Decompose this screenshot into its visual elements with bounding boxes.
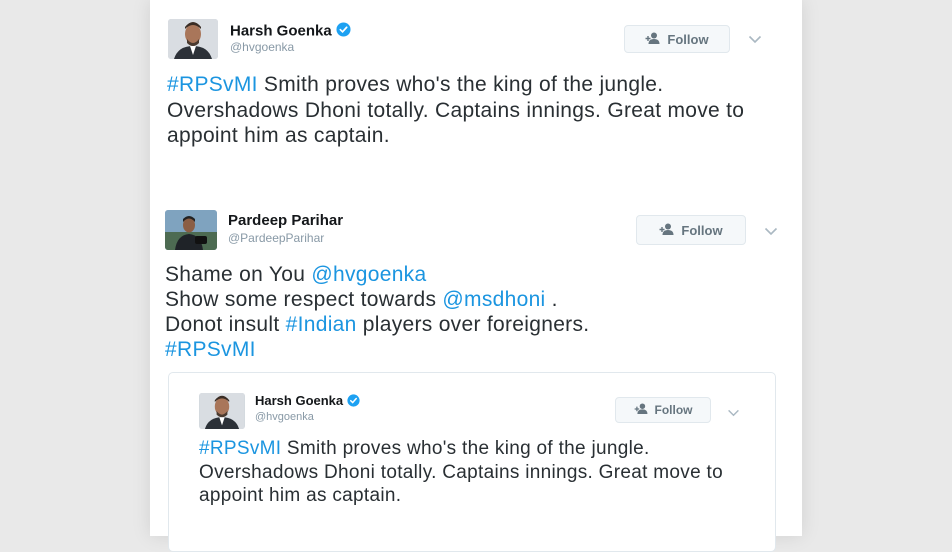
display-name: Harsh Goenka: [255, 393, 360, 410]
avatar-photo-icon: [165, 210, 217, 250]
display-name[interactable]: Pardeep Parihar: [228, 212, 343, 229]
tweet-text: #RPSvMI Smith proves who's the king of t…: [167, 72, 757, 149]
tweet-text-segment: players over foreigners.: [356, 313, 590, 336]
add-person-icon: [659, 223, 675, 238]
hashtag-link[interactable]: #RPSvMI: [167, 73, 258, 96]
tweet-line: #RPSvMI: [165, 337, 775, 362]
username: @hvgoenka: [255, 411, 314, 423]
tweet-text-segment: Shame on You: [165, 263, 312, 286]
verified-badge-icon: [336, 22, 351, 41]
hashtag-link[interactable]: #Indian: [286, 313, 357, 336]
avatar-photo-icon: [168, 19, 218, 59]
tweet-text-segment: Show some respect towards: [165, 288, 443, 311]
chevron-down-icon[interactable]: [748, 31, 762, 49]
avatar: [199, 393, 245, 429]
tweet-text-segment: .: [545, 288, 558, 311]
username[interactable]: @hvgoenka: [230, 40, 294, 54]
tweet-line: Show some respect towards @msdhoni .: [165, 287, 775, 312]
follow-button[interactable]: Follow: [624, 25, 730, 53]
tweet-line: Shame on You @hvgoenka: [165, 262, 775, 287]
quoted-tweet-card[interactable]: Harsh Goenka @hvgoenka Follow #RPSvMI Sm…: [168, 372, 776, 552]
hashtag-link[interactable]: #RPSvMI: [165, 338, 256, 361]
follow-button[interactable]: Follow: [636, 215, 746, 245]
hashtag-link[interactable]: #RPSvMI: [199, 438, 281, 459]
tweet-line: Donot insult #Indian players over foreig…: [165, 312, 775, 337]
verified-badge-icon: [347, 393, 360, 410]
add-person-icon: [645, 32, 661, 47]
mention-link[interactable]: @hvgoenka: [311, 263, 426, 286]
avatar[interactable]: [168, 19, 218, 59]
avatar-photo-icon: [199, 393, 245, 429]
display-name[interactable]: Harsh Goenka: [230, 22, 351, 41]
add-person-icon: [634, 403, 649, 417]
avatar[interactable]: [165, 210, 217, 250]
mention-link[interactable]: @msdhoni: [442, 288, 545, 311]
chevron-down-icon[interactable]: [727, 404, 740, 422]
chevron-down-icon[interactable]: [764, 223, 778, 241]
follow-button[interactable]: Follow: [615, 397, 711, 423]
tweet-text: #RPSvMI Smith proves who's the king of t…: [199, 437, 739, 508]
tweet-text: Shame on You @hvgoenka Show some respect…: [165, 262, 775, 362]
tweet-text-segment: Donot insult: [165, 313, 286, 336]
username[interactable]: @PardeepParihar: [228, 231, 324, 245]
